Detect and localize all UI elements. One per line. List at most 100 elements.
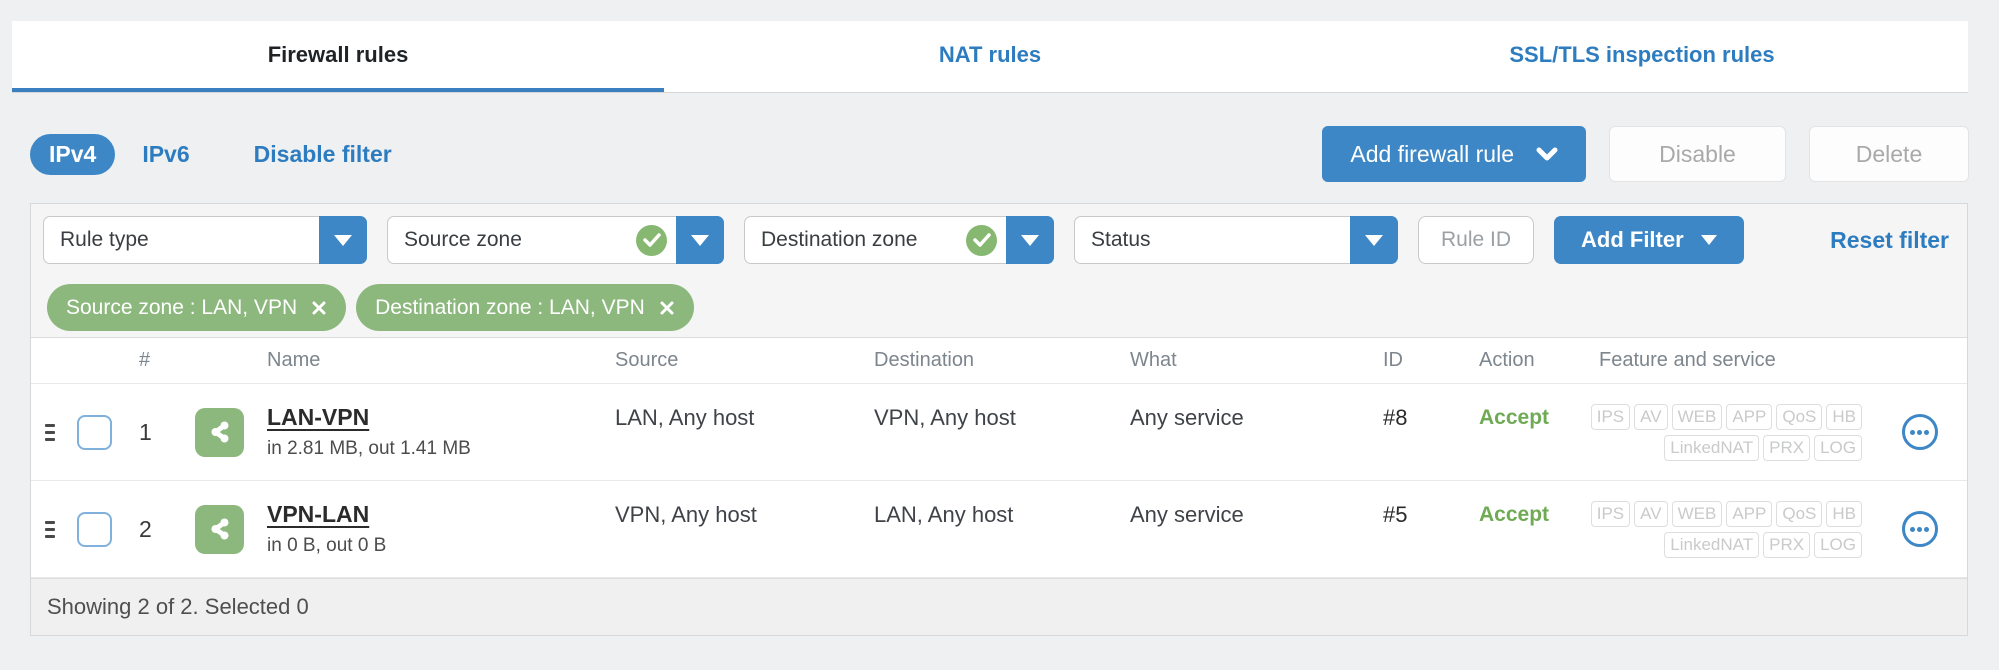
badge-ips: IPS xyxy=(1590,403,1631,430)
table-header-row: # Name Source Destination What ID Action… xyxy=(31,338,1967,384)
header-name: Name xyxy=(267,349,321,371)
cell-rule-id: #8 xyxy=(1383,405,1408,430)
toolbar-actions: Add firewall rule Disable Delete xyxy=(1322,126,1969,182)
filter-chip-label: Destination zone : LAN, VPN xyxy=(375,295,645,319)
delete-button[interactable]: Delete xyxy=(1809,126,1969,182)
header-what: What xyxy=(1130,349,1177,371)
disable-filter-link[interactable]: Disable filter xyxy=(254,141,392,168)
status-select[interactable]: Status xyxy=(1074,216,1398,264)
cell-what: Any service xyxy=(1130,405,1244,430)
add-firewall-rule-button[interactable]: Add firewall rule xyxy=(1322,126,1586,182)
remove-filter-icon[interactable] xyxy=(311,300,327,316)
row-checkbox[interactable] xyxy=(77,414,112,450)
table-row: 2 VPN-LAN in 0 B, out 0 B VPN, Any host … xyxy=(31,481,1967,578)
badge-web: WEB xyxy=(1671,500,1723,527)
badge-prx: PRX xyxy=(1763,434,1811,461)
cell-source: LAN, Any host xyxy=(615,405,755,430)
header-num: # xyxy=(139,349,151,371)
filter-bar: Rule type Source zone Destination zone S… xyxy=(31,204,1967,264)
header-action: Action xyxy=(1479,349,1535,371)
feature-badges: IPS AV WEB APP QoS HB LinkedNAT PRX LOG xyxy=(1560,500,1872,558)
rule-name-link[interactable]: LAN-VPN xyxy=(267,404,471,431)
tab-ssl-tls-inspection-rules[interactable]: SSL/TLS inspection rules xyxy=(1316,21,1968,92)
chevron-down-icon xyxy=(1536,147,1558,161)
rule-name-cell: LAN-VPN in 2.81 MB, out 1.41 MB xyxy=(195,404,600,460)
showing-count-text: Showing 2 of 2. Selected 0 xyxy=(47,594,309,619)
rule-share-icon xyxy=(195,504,244,554)
badge-linkednat: LinkedNAT xyxy=(1664,531,1760,558)
cell-rule-id: #5 xyxy=(1383,502,1408,527)
cell-destination: LAN, Any host xyxy=(874,502,1014,527)
rule-name-link[interactable]: VPN-LAN xyxy=(267,501,386,528)
firewall-rules-panel: Rule type Source zone Destination zone S… xyxy=(30,203,1968,636)
tab-firewall-rules[interactable]: Firewall rules xyxy=(12,21,664,92)
toolbar: IPv4 IPv6 Disable filter Add firewall ru… xyxy=(30,124,1969,184)
filter-chip-source-zone: Source zone : LAN, VPN xyxy=(47,284,347,331)
destination-zone-select-label: Destination zone xyxy=(761,228,918,251)
rule-type-select-label: Rule type xyxy=(60,228,149,251)
badge-qos: QoS xyxy=(1776,500,1823,527)
filter-chip-label: Source zone : LAN, VPN xyxy=(66,295,298,319)
badge-log: LOG xyxy=(1814,434,1862,461)
cell-source: VPN, Any host xyxy=(615,502,757,527)
cell-action: Accept xyxy=(1479,503,1550,526)
add-filter-label: Add Filter xyxy=(1581,227,1684,252)
badge-av: AV xyxy=(1634,403,1668,430)
filter-chip-destination-zone: Destination zone : LAN, VPN xyxy=(356,284,694,331)
add-firewall-rule-label: Add firewall rule xyxy=(1350,140,1514,167)
drag-handle-icon[interactable] xyxy=(45,423,55,441)
add-filter-button[interactable]: Add Filter xyxy=(1554,216,1744,264)
badge-ips: IPS xyxy=(1590,500,1631,527)
tab-nat-rules[interactable]: NAT rules xyxy=(664,21,1316,92)
badge-prx: PRX xyxy=(1763,531,1811,558)
rule-traffic: in 0 B, out 0 B xyxy=(267,535,387,556)
badge-qos: QoS xyxy=(1776,403,1823,430)
remove-filter-icon[interactable] xyxy=(659,300,675,316)
badge-app: APP xyxy=(1726,403,1773,430)
chevron-down-icon xyxy=(1700,235,1717,245)
disable-button[interactable]: Disable xyxy=(1609,126,1786,182)
row-checkbox[interactable] xyxy=(77,511,112,547)
reset-filter-link[interactable]: Reset filter xyxy=(1830,227,1955,254)
badge-web: WEB xyxy=(1671,403,1723,430)
row-number: 1 xyxy=(139,418,152,445)
status-select-label: Status xyxy=(1091,228,1151,251)
ipv6-toggle[interactable]: IPv6 xyxy=(142,141,189,168)
cell-what: Any service xyxy=(1130,502,1244,527)
rule-id-input[interactable] xyxy=(1418,216,1534,264)
badge-hb: HB xyxy=(1826,403,1862,430)
cell-action: Accept xyxy=(1479,406,1550,429)
check-circle-icon xyxy=(966,224,997,256)
table-footer: Showing 2 of 2. Selected 0 xyxy=(31,578,1967,635)
header-source: Source xyxy=(615,349,679,371)
row-number: 2 xyxy=(139,515,152,542)
chevron-down-icon xyxy=(1350,216,1398,264)
chevron-down-icon xyxy=(1006,216,1054,264)
destination-zone-select[interactable]: Destination zone xyxy=(744,216,1054,264)
rule-type-tabbar: Firewall rules NAT rules SSL/TLS inspect… xyxy=(12,21,1968,93)
cell-destination: VPN, Any host xyxy=(874,405,1016,430)
rule-name-cell: VPN-LAN in 0 B, out 0 B xyxy=(195,501,600,557)
rule-traffic: in 2.81 MB, out 1.41 MB xyxy=(267,438,471,459)
badge-av: AV xyxy=(1634,500,1668,527)
header-destination: Destination xyxy=(874,349,975,371)
chevron-down-icon xyxy=(676,216,724,264)
badge-linkednat: LinkedNAT xyxy=(1664,434,1760,461)
firewall-rules-table: # Name Source Destination What ID Action… xyxy=(31,337,1967,635)
source-zone-select[interactable]: Source zone xyxy=(387,216,724,264)
rule-share-icon xyxy=(195,407,244,457)
row-menu-ellipsis-icon[interactable] xyxy=(1901,511,1938,547)
active-filter-chips: Source zone : LAN, VPN Destination zone … xyxy=(31,264,1967,337)
header-feature-and-service: Feature and service xyxy=(1599,349,1776,371)
drag-handle-icon[interactable] xyxy=(45,520,55,538)
row-menu-ellipsis-icon[interactable] xyxy=(1901,414,1938,450)
ipv4-toggle[interactable]: IPv4 xyxy=(30,133,116,175)
chevron-down-icon xyxy=(319,216,367,264)
header-id: ID xyxy=(1383,349,1403,371)
badge-log: LOG xyxy=(1814,531,1862,558)
rule-type-select[interactable]: Rule type xyxy=(43,216,367,264)
badge-app: APP xyxy=(1726,500,1773,527)
check-circle-icon xyxy=(636,224,667,256)
source-zone-select-label: Source zone xyxy=(404,228,522,251)
table-row: 1 LAN-VPN in 2.81 MB, out 1.41 MB LAN, A… xyxy=(31,384,1967,481)
